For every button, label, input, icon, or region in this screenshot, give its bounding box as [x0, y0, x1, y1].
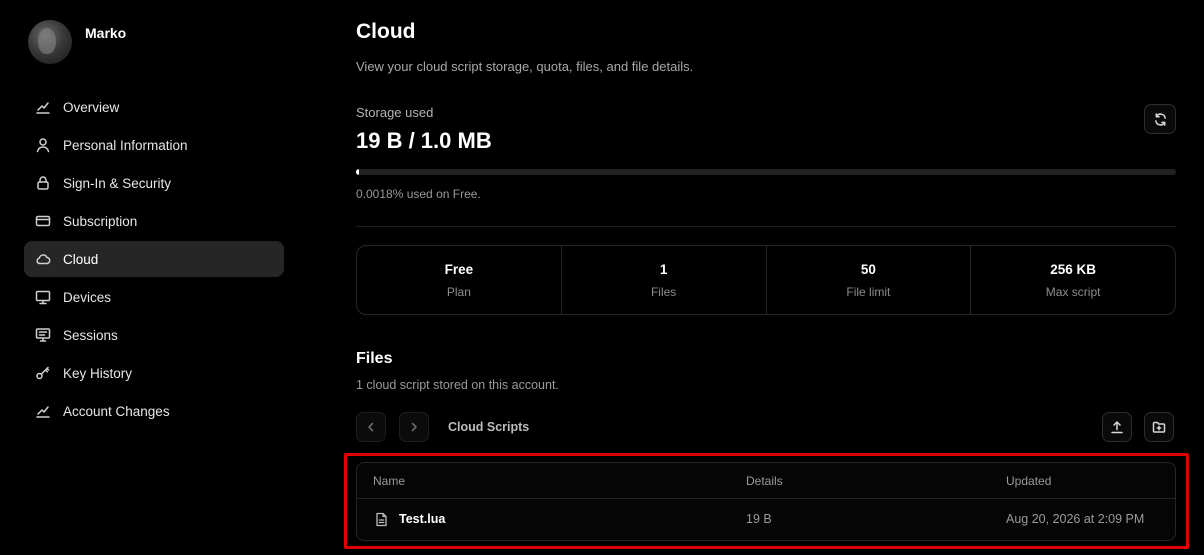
card-icon: [34, 212, 52, 230]
file-details: 19 B: [746, 512, 772, 526]
profile-name: Marko: [85, 25, 127, 41]
sidebar: Marko Overview Personal Information Sign…: [0, 0, 300, 555]
chevron-right-icon: [408, 421, 420, 433]
breadcrumb[interactable]: Cloud Scripts: [448, 420, 529, 434]
files-subtitle: 1 cloud script stored on this account.: [356, 378, 559, 392]
files-table: Name Details Updated Test.lua 19 B Aug 2…: [356, 462, 1176, 541]
stat-plan: Free Plan: [357, 246, 562, 314]
file-name: Test.lua: [399, 512, 446, 526]
sidebar-item-account-changes[interactable]: Account Changes: [24, 393, 284, 429]
sidebar-item-label: Account Changes: [63, 403, 170, 419]
chart-icon: [34, 402, 52, 420]
storage-value: 19 B / 1.0 MB: [356, 128, 492, 153]
lock-icon: [34, 174, 52, 192]
divider: [356, 226, 1176, 227]
profile: Marko: [28, 20, 126, 64]
stat-label: Max script: [1045, 284, 1101, 299]
user-icon: [34, 136, 52, 154]
avatar[interactable]: [28, 20, 72, 64]
stats-panel: Free Plan 1 Files 50 File limit 256 KB M…: [356, 245, 1176, 315]
sidebar-nav: Overview Personal Information Sign-In & …: [24, 89, 284, 431]
new-folder-button[interactable]: [1144, 412, 1174, 442]
stat-file-limit: 50 File limit: [767, 246, 972, 314]
stat-value: 50: [860, 261, 876, 277]
folder-plus-icon: [1152, 420, 1166, 434]
monitor-icon: [34, 288, 52, 306]
refresh-icon: [1153, 112, 1168, 127]
sidebar-item-subscription[interactable]: Subscription: [24, 203, 284, 239]
sidebar-item-label: Sign-In & Security: [63, 175, 172, 191]
table-row[interactable]: Test.lua 19 B Aug 20, 2026 at 2:09 PM: [357, 499, 1175, 540]
sidebar-item-label: Devices: [63, 289, 112, 305]
sidebar-item-label: Sessions: [63, 327, 118, 343]
sidebar-item-label: Subscription: [63, 213, 138, 229]
stat-value: 256 KB: [1050, 261, 1097, 277]
files-title: Files: [356, 350, 393, 367]
page-subtitle: View your cloud script storage, quota, f…: [356, 59, 694, 74]
file-updated: Aug 20, 2026 at 2:09 PM: [1006, 512, 1145, 526]
chart-icon: [34, 98, 52, 116]
key-icon: [34, 364, 52, 382]
stat-value: 1: [659, 261, 668, 277]
back-button[interactable]: [356, 412, 386, 442]
file-icon: [375, 511, 389, 527]
sidebar-item-label: Overview: [63, 99, 120, 115]
sidebar-item-sessions[interactable]: Sessions: [24, 317, 284, 353]
chevron-left-icon: [365, 421, 377, 433]
files-toolbar: Cloud Scripts: [356, 412, 1176, 442]
sidebar-item-sign-in-security[interactable]: Sign-In & Security: [24, 165, 284, 201]
stat-max-script: 256 KB Max script: [971, 246, 1175, 314]
sidebar-item-label: Cloud: [63, 251, 99, 267]
sidebar-item-personal-information[interactable]: Personal Information: [24, 127, 284, 163]
file-name-cell[interactable]: Test.lua: [375, 511, 445, 527]
upload-icon: [1110, 420, 1124, 434]
storage-label: Storage used: [356, 105, 434, 120]
forward-button[interactable]: [399, 412, 429, 442]
sidebar-item-key-history[interactable]: Key History: [24, 355, 284, 391]
storage-progress-bar: [356, 169, 1176, 175]
column-header-details[interactable]: Details: [746, 474, 783, 488]
stat-label: Plan: [446, 284, 471, 299]
sidebar-item-overview[interactable]: Overview: [24, 89, 284, 125]
stat-label: File limit: [846, 284, 891, 299]
stat-files: 1 Files: [562, 246, 767, 314]
page-title: Cloud: [356, 20, 416, 43]
sidebar-item-label: Personal Information: [63, 137, 188, 153]
sidebar-item-cloud[interactable]: Cloud: [24, 241, 284, 277]
table-header: Name Details Updated: [357, 463, 1175, 499]
cloud-icon: [34, 250, 52, 268]
stat-label: Files: [650, 284, 677, 299]
sidebar-item-label: Key History: [63, 365, 133, 381]
column-header-name[interactable]: Name: [373, 474, 405, 488]
sessions-icon: [34, 326, 52, 344]
storage-progress-fill: [356, 169, 359, 175]
upload-button[interactable]: [1102, 412, 1132, 442]
app: Marko Overview Personal Information Sign…: [0, 0, 1204, 555]
storage-usage-text: 0.0018% used on Free.: [356, 187, 481, 201]
stat-value: Free: [444, 261, 474, 277]
column-header-updated[interactable]: Updated: [1006, 474, 1051, 488]
refresh-button[interactable]: [1144, 104, 1176, 134]
sidebar-item-devices[interactable]: Devices: [24, 279, 284, 315]
